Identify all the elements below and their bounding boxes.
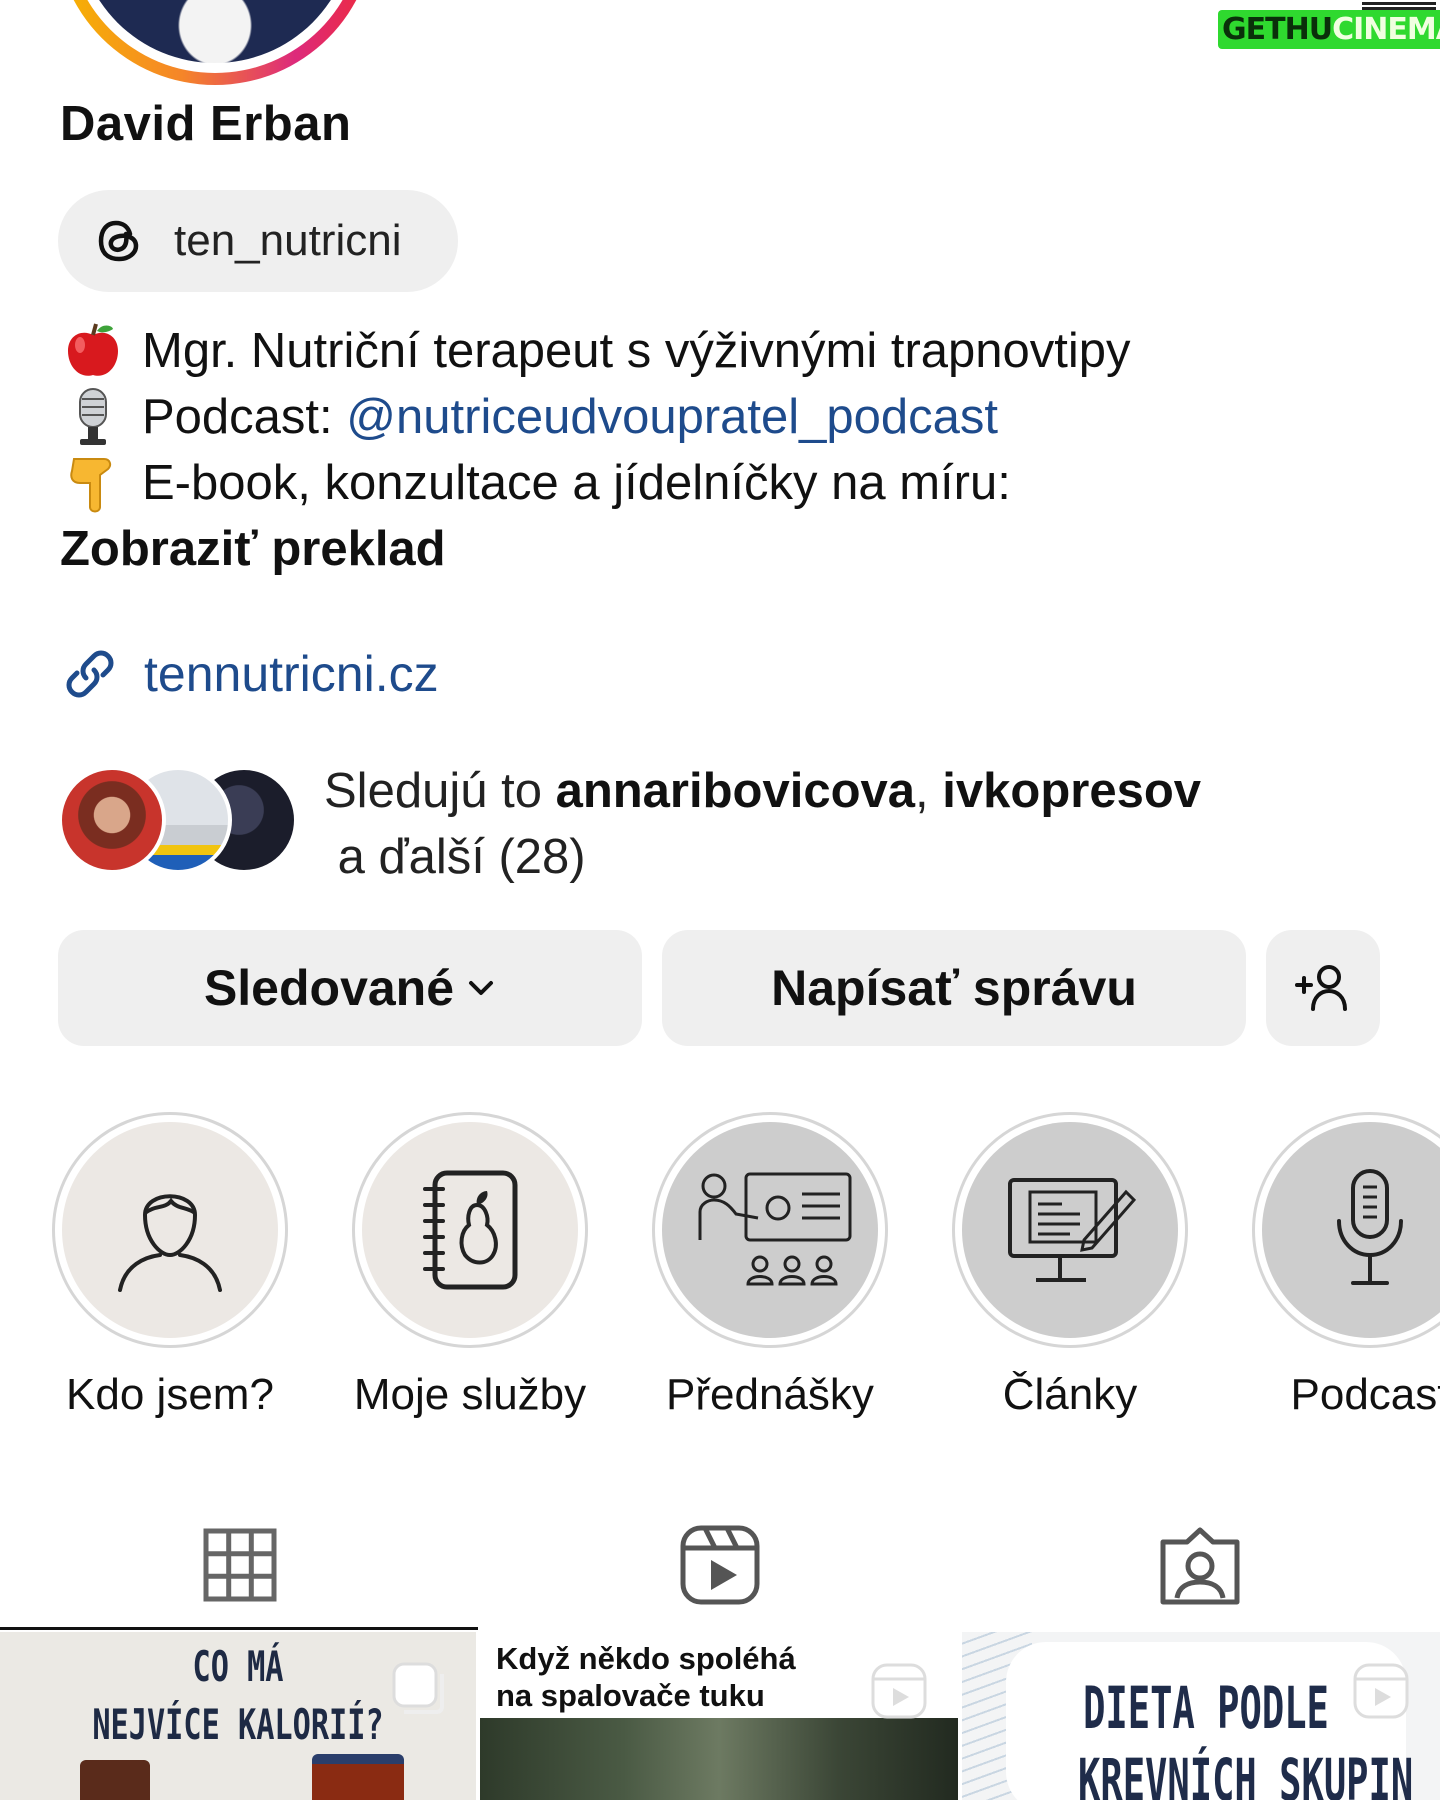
highlight-clanky[interactable]: Články [950,1112,1190,1420]
jar-image [312,1754,404,1800]
active-tab-indicator [0,1627,478,1630]
post-photo [480,1718,958,1800]
post-thumbnail[interactable]: DIETA PODLE KREVNÍCH SKUPIN [962,1632,1440,1800]
highlight-cover [962,1122,1178,1338]
message-button[interactable]: Napísať správu [662,930,1246,1046]
bio-line: E-book, konzultace a jídelníčky na míru: [60,450,1131,516]
pointing-down-icon [60,453,126,513]
threads-handle: ten_nutricni [174,216,402,265]
film-strip-icon [1362,2,1436,10]
follower-username[interactable]: annaribovicova [556,764,915,818]
chevron-down-icon [469,981,494,995]
carousel-icon [392,1662,444,1714]
post-title: CO MÁ NEJVÍCE KALORIÍ? [92,1642,384,1749]
watermark-logo: GETHUCINEMA [1218,0,1440,58]
reels-icon [871,1663,927,1719]
bio-text: E-book, konzultace a jídelníčky na míru: [142,456,1011,510]
lecture-icon [698,1172,852,1286]
profile-avatar[interactable] [55,0,375,85]
highlight-label: Moje služby [353,1370,587,1419]
tab-reels[interactable] [480,1500,960,1630]
podcast-mention-link[interactable]: @nutriceudvoupratel_podcast [346,384,998,450]
reels-icon [1353,1663,1409,1719]
highlight-label: Kdo jsem? [66,1370,274,1419]
highlight-label: Podcast [1290,1370,1440,1419]
highlight-kdo-jsem[interactable]: Kdo jsem? [50,1112,290,1420]
profile-tabs [0,1500,1440,1630]
highlight-moje-sluzby[interactable]: Moje služby [350,1112,590,1420]
mutual-followers[interactable]: Sledujú to annaribovicova, ivkopresov a … [58,758,1398,898]
post-thumbnail[interactable]: CO MÁ NEJVÍCE KALORIÍ? [0,1632,476,1800]
highlight-cover [362,1122,578,1338]
website-link[interactable]: tennutricni.cz [60,644,439,704]
bio-text: Mgr. Nutriční terapeut s výživnými trapn… [142,324,1131,378]
highlight-ring [52,1112,288,1348]
add-user-button[interactable] [1266,930,1380,1046]
person-icon [118,1194,222,1292]
apple-icon [60,321,126,381]
highlight-prednasky[interactable]: Přednášky [650,1112,890,1420]
following-button[interactable]: Sledované [58,930,642,1046]
highlight-ring [352,1112,588,1348]
mutual-followers-text: Sledujú to annaribovicova, ivkopresov a … [324,764,1201,884]
watermark-text: GETHUCINEMA [1218,10,1440,49]
notebook-pear-icon [423,1170,518,1290]
jar-image [80,1760,150,1800]
message-label: Napísať správu [771,960,1137,1016]
highlight-ring [652,1112,888,1348]
posts-grid: CO MÁ NEJVÍCE KALORIÍ? Když někdo spoléh… [0,1632,1440,1800]
link-icon [66,650,114,698]
threads-icon [98,220,139,262]
profile-bio: Mgr. Nutriční terapeut s výživnými trapn… [60,318,1131,582]
microphone-icon [60,387,126,447]
bio-line: Podcast: @nutriceudvoupratel_podcast [60,384,1131,450]
articles-icon [1008,1178,1137,1282]
highlight-ring [952,1112,1188,1348]
highlight-cover [62,1122,278,1338]
highlight-label: Přednášky [666,1370,874,1419]
translate-link[interactable]: Zobraziť preklad [60,516,1131,582]
post-title: DIETA PODLE KREVNÍCH SKUPIN [1078,1674,1414,1800]
highlight-podcast[interactable]: Podcast [1250,1112,1440,1420]
microphone-icon [1337,1169,1403,1285]
following-label: Sledované [203,960,455,1016]
bio-line: Mgr. Nutriční terapeut s výživnými trapn… [60,318,1131,384]
bio-prefix: Podcast: [142,390,347,444]
website-url: tennutricni.cz [144,646,439,702]
highlight-cover [1262,1122,1440,1338]
highlight-cover [662,1122,878,1338]
tab-tagged[interactable] [960,1500,1440,1630]
threads-badge[interactable]: ten_nutricni [58,190,458,292]
highlight-ring [1252,1112,1440,1348]
grid-icon [203,1528,277,1602]
tagged-icon [1160,1527,1240,1605]
mutual-avatars [58,766,298,876]
tab-posts[interactable] [0,1500,480,1630]
post-thumbnail[interactable]: Když někdo spoléhá na spalovače tuku [480,1632,958,1800]
reels-icon [680,1525,760,1605]
add-user-icon [1295,965,1347,1011]
avatar [58,766,166,874]
highlight-label: Články [1002,1370,1138,1419]
profile-name: David Erban [60,97,352,151]
follower-username[interactable]: ivkopresov [942,764,1201,818]
post-title: Když někdo spoléhá na spalovače tuku [496,1641,796,1713]
